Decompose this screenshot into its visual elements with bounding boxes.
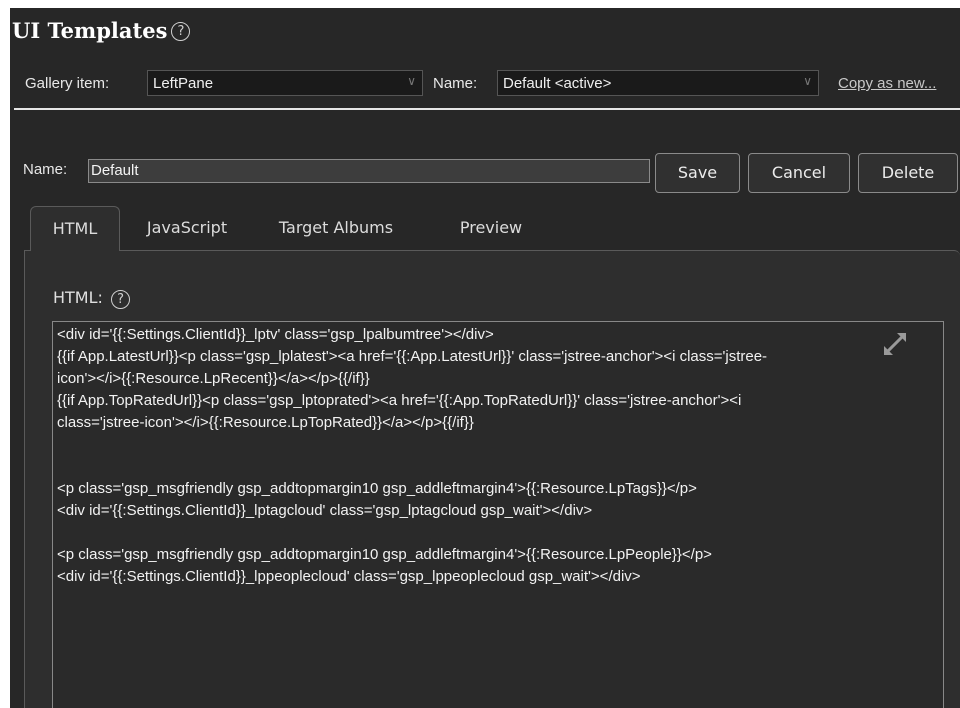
chevron-down-icon: ∨ — [803, 74, 812, 88]
gallery-item-value: LeftPane — [153, 75, 214, 92]
expand-icon[interactable] — [877, 326, 913, 362]
name-field[interactable]: Default — [88, 159, 650, 183]
code-line: <div id='{{:Settings.ClientId}}_lptv' cl… — [57, 326, 494, 343]
code-line: <p class='gsp_msgfriendly gsp_addtopmarg… — [57, 480, 697, 497]
tab-javascript[interactable]: JavaScript — [134, 206, 240, 250]
help-circle-icon[interactable]: ? — [171, 22, 191, 41]
page-title: UI Templates? — [12, 18, 191, 43]
template-name-value: Default <active> — [503, 75, 612, 92]
code-line: class='jstree-icon'></i>{{:Resource.LpTo… — [57, 414, 474, 431]
gallery-item-label: Gallery item: — [25, 75, 110, 92]
cancel-button[interactable]: Cancel — [748, 153, 850, 193]
code-line: <div id='{{:Settings.ClientId}}_lptagclo… — [57, 502, 593, 519]
template-name-label: Name: — [433, 75, 478, 92]
code-line: {{if App.LatestUrl}}<p class='gsp_lplate… — [57, 348, 768, 365]
code-line: <p class='gsp_msgfriendly gsp_addtopmarg… — [57, 546, 712, 563]
tab-target-albums[interactable]: Target Albums — [264, 206, 408, 250]
html-label-text: HTML: — [53, 288, 103, 307]
ui-templates-panel: UI Templates? Gallery item: LeftPane ∨ N… — [10, 8, 960, 708]
template-tabs: HTML JavaScript Target Albums Preview HT… — [24, 206, 960, 708]
code-line: {{if App.TopRatedUrl}}<p class='gsp_lpto… — [57, 392, 742, 409]
code-line: icon'></i>{{:Resource.LpRecent}}</a></p>… — [57, 370, 370, 387]
tab-preview[interactable]: Preview — [450, 206, 532, 250]
html-tab-panel: HTML: ? <div id='{{:Settings.ClientId}}_… — [24, 250, 960, 708]
copy-as-new-link[interactable]: Copy as new... — [838, 75, 936, 92]
section-divider — [14, 108, 960, 110]
help-circle-icon[interactable]: ? — [111, 290, 131, 309]
chevron-down-icon: ∨ — [407, 74, 416, 88]
gallery-selector-row: Gallery item: LeftPane ∨ Name: Default <… — [10, 70, 960, 100]
delete-button[interactable]: Delete — [858, 153, 958, 193]
name-field-label: Name: — [23, 161, 68, 178]
html-code-editor[interactable]: <div id='{{:Settings.ClientId}}_lptv' cl… — [52, 321, 944, 708]
save-button[interactable]: Save — [655, 153, 740, 193]
tab-html[interactable]: HTML — [30, 206, 120, 251]
page-frame: UI Templates? Gallery item: LeftPane ∨ N… — [0, 0, 960, 708]
code-line: <div id='{{:Settings.ClientId}}_lppeople… — [57, 568, 641, 585]
page-title-text: UI Templates — [12, 18, 168, 43]
template-name-select[interactable]: Default <active> ∨ — [497, 70, 819, 96]
template-name-row: Name: Default Save Cancel Delete — [10, 153, 960, 193]
gallery-item-select[interactable]: LeftPane ∨ — [147, 70, 423, 96]
html-section-label: HTML: ? — [53, 288, 131, 309]
